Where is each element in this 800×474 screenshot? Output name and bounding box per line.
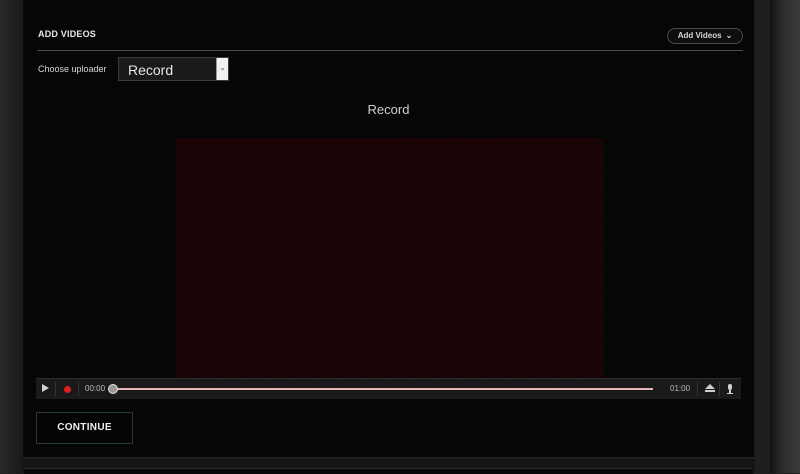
uploader-label: Choose uploader	[38, 64, 107, 74]
progress-track[interactable]	[113, 388, 653, 390]
panel-header: ADD VIDEOS Add Videos ⌄	[37, 22, 743, 51]
page-scrollbar-area	[770, 0, 800, 473]
record-icon[interactable]	[64, 386, 71, 393]
microphone-icon[interactable]	[726, 384, 734, 395]
eject-icon[interactable]	[705, 384, 715, 394]
uploader-selected-value: Record	[128, 62, 174, 78]
play-icon[interactable]	[42, 384, 49, 392]
continue-button[interactable]: CONTINUE	[36, 412, 133, 444]
time-current: 00:00	[85, 384, 106, 393]
controls-divider	[55, 382, 56, 396]
video-preview	[176, 138, 603, 378]
select-arrow-icon[interactable]: ⌄	[216, 58, 228, 80]
add-videos-dropdown-button[interactable]: Add Videos ⌄	[667, 28, 743, 44]
next-panel-edge	[22, 459, 755, 474]
controls-divider	[697, 382, 698, 396]
uploader-select[interactable]: Record ⌄	[118, 57, 229, 81]
page-background-left	[0, 0, 22, 473]
uploader-row: Choose uploader Record ⌄	[37, 57, 437, 82]
add-videos-label: Add Videos	[677, 31, 722, 40]
chevron-down-icon: ⌄	[725, 31, 733, 40]
progress-handle[interactable]	[108, 384, 118, 394]
recorder-controls: 00:00 01:00	[36, 378, 741, 399]
record-heading: Record	[367, 102, 410, 117]
controls-divider	[78, 382, 79, 396]
panel-title: ADD VIDEOS	[38, 29, 97, 39]
time-total: 01:00	[670, 384, 691, 393]
controls-divider	[719, 382, 720, 396]
